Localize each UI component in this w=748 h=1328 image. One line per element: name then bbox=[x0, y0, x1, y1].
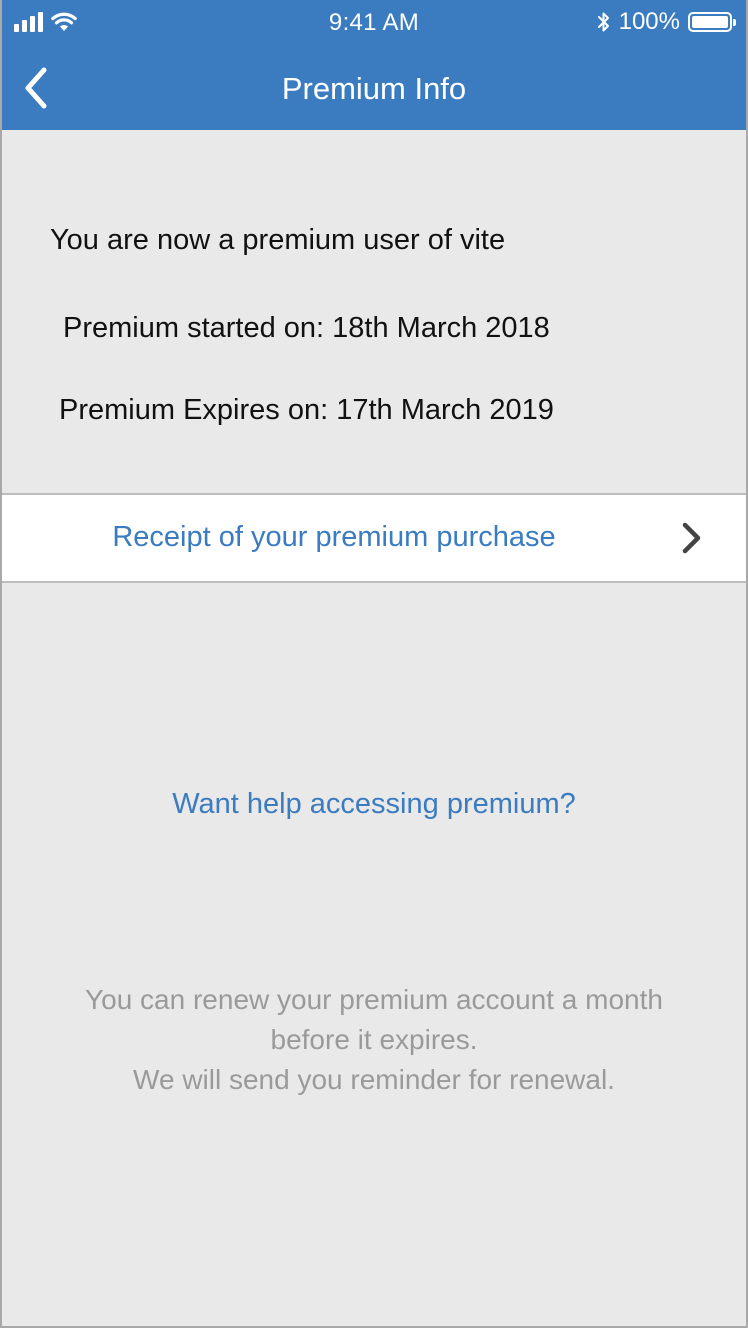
renew-note-line: You can renew your premium account a mon… bbox=[85, 984, 663, 1015]
battery-icon bbox=[688, 12, 736, 32]
battery-percent: 100% bbox=[618, 8, 680, 35]
premium-start-date: Premium started on: 18th March 2018 bbox=[63, 312, 550, 344]
header: 9:41 AM 100% Premium Info bbox=[2, 0, 746, 130]
chevron-right-icon bbox=[682, 522, 701, 554]
receipt-label: Receipt of your premium purchase bbox=[112, 521, 556, 553]
page-title: Premium Info bbox=[281, 71, 467, 106]
bluetooth-icon bbox=[597, 12, 609, 32]
premium-info-screen: 9:41 AM 100% Premium Info You are now a … bbox=[0, 0, 748, 1328]
help-link[interactable]: Want help accessing premium? bbox=[2, 786, 746, 822]
premium-expiry-date: Premium Expires on: 17th March 2019 bbox=[59, 394, 554, 426]
status-right: 100% bbox=[597, 7, 736, 37]
renew-note-line: We will send you reminder for renewal. bbox=[133, 1064, 615, 1095]
premium-info-section: You are now a premium user of vite Premi… bbox=[2, 130, 746, 494]
receipt-row[interactable]: Receipt of your premium purchase bbox=[2, 493, 746, 583]
renew-note-line: before it expires. bbox=[270, 1024, 478, 1055]
nav-bar: Premium Info bbox=[2, 56, 746, 122]
premium-status-text: You are now a premium user of vite bbox=[50, 224, 506, 256]
status-bar: 9:41 AM 100% bbox=[2, 0, 746, 46]
renew-note: You can renew your premium account a mon… bbox=[2, 980, 746, 1100]
